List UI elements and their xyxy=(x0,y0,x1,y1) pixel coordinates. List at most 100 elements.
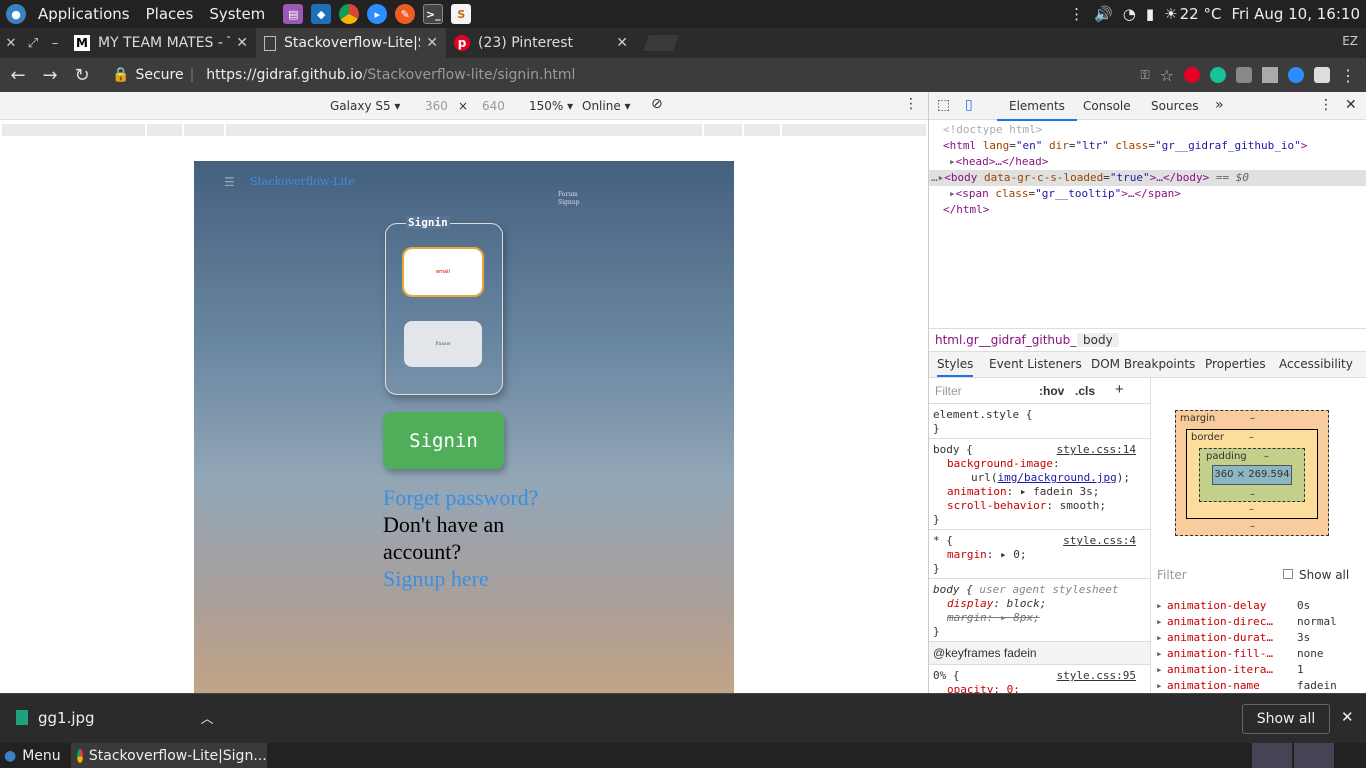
forward-icon[interactable]: → xyxy=(36,61,64,89)
styles-filter-input[interactable]: Filter xyxy=(935,384,962,398)
extension-icon[interactable] xyxy=(1236,67,1252,83)
tab-team-mates[interactable]: M MY TEAM MATES - T ✕ xyxy=(66,28,256,58)
tab-pinterest[interactable]: p (23) Pinterest ✕ xyxy=(446,28,636,58)
dom-body-node[interactable]: …▸<body data-gr-c-s-loaded="true">…</bod… xyxy=(929,170,1366,186)
close-tab-icon[interactable]: ✕ xyxy=(236,35,248,51)
close-tab-icon[interactable]: ✕ xyxy=(616,35,628,51)
dom-html-node[interactable]: <html lang="en" dir="ltr" class="gr__gid… xyxy=(929,138,1366,154)
notes-app-icon[interactable]: ▤ xyxy=(283,4,304,24)
source-link[interactable]: style.css:95 xyxy=(1057,669,1136,683)
computed-row[interactable]: ▸ animation-fill-… none xyxy=(1153,646,1366,662)
devtools-menu-icon[interactable]: ⋮ xyxy=(1319,97,1333,113)
password-input[interactable]: Passw xyxy=(404,321,482,367)
tab-properties[interactable]: Properties xyxy=(1205,357,1266,371)
signup-link[interactable]: Signup here xyxy=(383,565,553,592)
system-menu[interactable]: System xyxy=(201,5,273,23)
key-icon[interactable]: ⚿ xyxy=(1141,68,1150,83)
box-border[interactable]: border – – padding – – 360 × 269.594 xyxy=(1186,429,1318,519)
show-all-checkbox[interactable] xyxy=(1283,569,1293,579)
computed-row[interactable]: ▸ animation-direc… normal xyxy=(1153,614,1366,630)
source-link[interactable]: style.css:14 xyxy=(1057,443,1136,457)
forgot-password-link[interactable]: Forget password? xyxy=(383,484,553,511)
postman-icon[interactable]: ✎ xyxy=(395,4,416,24)
height-input[interactable]: 640 xyxy=(482,99,505,113)
chrome-menu-icon[interactable]: ⋮ xyxy=(1340,66,1356,85)
restore-window-icon[interactable]: ⤢ xyxy=(22,28,44,58)
devtools-close-icon[interactable]: ✕ xyxy=(1345,97,1357,113)
close-downloads-icon[interactable]: ✕ xyxy=(1341,708,1354,726)
zoom-select[interactable]: 150% ▾ xyxy=(529,99,573,113)
computed-row[interactable]: ▸ animation-durat… 3s xyxy=(1153,630,1366,646)
new-rule-icon[interactable]: + xyxy=(1115,381,1124,398)
rotate-icon[interactable]: ⊘ xyxy=(651,96,663,112)
zoom-icon[interactable]: ▸ xyxy=(367,4,388,24)
rule-element-style[interactable]: element.style { } xyxy=(929,404,1150,439)
computed-filter-input[interactable]: Filter xyxy=(1157,568,1187,582)
reload-icon[interactable]: ↻ xyxy=(68,61,96,89)
box-margin[interactable]: margin – – border – – padding – – 360 × … xyxy=(1175,410,1329,536)
weather-icon[interactable]: ☀ xyxy=(1164,5,1177,23)
device-toggle-icon[interactable]: ▯ xyxy=(965,97,973,113)
places-menu[interactable]: Places xyxy=(138,5,202,23)
crumb-body[interactable]: body xyxy=(1077,333,1119,347)
crumb-html[interactable]: html.gr__gidraf_github_io xyxy=(935,333,1087,347)
workspace-2[interactable] xyxy=(1294,743,1334,768)
tab-stackoverflow-lite[interactable]: Stackoverflow-Lite|S ✕ xyxy=(256,28,446,58)
inspect-icon[interactable]: ⬚ xyxy=(937,97,950,113)
nav-forum[interactable]: Forum xyxy=(558,191,579,199)
box-padding[interactable]: padding – – 360 × 269.594 xyxy=(1199,448,1305,502)
wifi-icon[interactable]: ◔ xyxy=(1123,5,1136,23)
nav-signup[interactable]: Signup xyxy=(558,199,579,207)
source-link[interactable]: style.css:4 xyxy=(1063,534,1136,548)
hov-toggle[interactable]: :hov xyxy=(1039,384,1064,398)
show-all-downloads-button[interactable]: Show all xyxy=(1242,704,1330,734)
workspace-1[interactable] xyxy=(1252,743,1292,768)
computed-row[interactable]: ▸ animation-delay 0s xyxy=(1153,598,1366,614)
rule-user-agent[interactable]: body { user agent stylesheet display: bl… xyxy=(929,579,1150,642)
volume-icon[interactable]: 🔊 xyxy=(1094,5,1113,23)
distro-logo-icon[interactable]: ● xyxy=(6,4,26,24)
taskbar-window-chrome[interactable]: Stackoverflow-Lite|Sign... xyxy=(70,743,267,768)
rule-keyframe-0[interactable]: 0% { style.css:95 opacity: 0; xyxy=(929,665,1150,693)
menu-button[interactable]: Menu xyxy=(22,748,60,764)
address-bar[interactable]: https://gidraf.github.io/Stackoverflow-l… xyxy=(206,67,575,83)
device-select[interactable]: Galaxy S5 ▾ xyxy=(330,99,400,113)
width-input[interactable]: 360 xyxy=(425,99,448,113)
close-window-icon[interactable]: ✕ xyxy=(0,28,22,58)
grammarly-icon[interactable] xyxy=(1210,67,1226,83)
signin-button[interactable]: Signin xyxy=(383,412,504,469)
back-icon[interactable]: ← xyxy=(4,61,32,89)
chrome-icon[interactable] xyxy=(339,4,360,24)
bg-image-link[interactable]: img/background.jpg xyxy=(998,471,1117,484)
vscode-icon[interactable]: ◆ xyxy=(311,4,332,24)
more-icon[interactable]: ⋮ xyxy=(1069,5,1084,23)
device-more-icon[interactable]: ⋮ xyxy=(904,96,918,112)
tab-event-listeners[interactable]: Event Listeners xyxy=(989,357,1082,371)
star-icon[interactable]: ☆ xyxy=(1160,66,1174,85)
close-tab-icon[interactable]: ✕ xyxy=(426,35,438,51)
tab-dom-breakpoints[interactable]: DOM Breakpoints xyxy=(1091,357,1195,371)
download-item[interactable]: gg1.jpg ︿ xyxy=(16,708,214,727)
tab-elements[interactable]: Elements xyxy=(997,99,1077,121)
security-indicator[interactable]: 🔒 Secure | xyxy=(112,67,194,83)
clock[interactable]: Fri Aug 10, 16:10 xyxy=(1231,5,1360,23)
cast-icon[interactable] xyxy=(1314,67,1330,83)
computed-row[interactable]: ▸ animation-itera… 1 xyxy=(1153,662,1366,678)
hamburger-icon[interactable]: ☰ xyxy=(224,175,235,189)
menu-logo-icon[interactable]: ● xyxy=(4,748,16,764)
rule-body[interactable]: body { style.css:14 background-image: ur… xyxy=(929,439,1150,530)
site-brand[interactable]: Stackoverflow-Lite xyxy=(250,175,355,188)
dom-head-node[interactable]: ▸<head>…</head> xyxy=(929,154,1366,170)
minimize-window-icon[interactable]: – xyxy=(44,28,66,58)
rule-universal[interactable]: * { style.css:4 margin: ▸ 0; } xyxy=(929,530,1150,579)
pinterest-ext-icon[interactable] xyxy=(1184,67,1200,83)
new-tab-button[interactable] xyxy=(643,35,679,51)
temperature[interactable]: 22 °C xyxy=(1180,5,1222,23)
profile-button[interactable]: EZ xyxy=(1342,34,1358,48)
tab-sources[interactable]: Sources xyxy=(1151,99,1198,113)
terminal-icon[interactable]: >_ xyxy=(423,4,444,24)
cls-toggle[interactable]: .cls xyxy=(1075,384,1095,398)
tab-accessibility[interactable]: Accessibility xyxy=(1279,357,1353,371)
media-query-ruler[interactable] xyxy=(0,121,928,139)
dom-span-node[interactable]: ▸<span class="gr__tooltip">…</span> xyxy=(929,186,1366,202)
